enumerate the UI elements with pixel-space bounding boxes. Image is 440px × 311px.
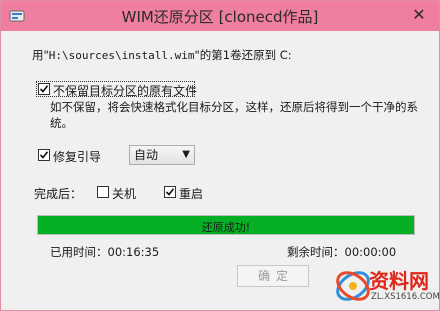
wim-restore-window: WIM还原分区 [clonecd作品] ✕ 用"H:\sources\insta… xyxy=(0,0,440,311)
watermark-swirl-icon xyxy=(336,271,370,301)
after-completion-label: 完成后： xyxy=(34,187,83,201)
elapsed-time: 已用时间：00:16:35 xyxy=(50,244,159,260)
progress-status-text: 还原成功! xyxy=(201,221,251,234)
keep-files-description: 如不保留，将会快速格式化目标分区，这样，还原后将得到一个干净的系统。 xyxy=(50,100,418,130)
remaining-time-label: 剩余时间： xyxy=(287,245,345,259)
watermark-text: 资料网 xyxy=(369,269,429,293)
reboot-label[interactable]: 重启 xyxy=(179,185,203,202)
boot-mode-value: 自动 xyxy=(134,148,159,162)
remaining-time-value: 00:00:00 xyxy=(344,245,397,259)
keep-files-label[interactable]: 不保留目标分区的原有文件 xyxy=(53,82,197,99)
progress-bar: 还原成功! xyxy=(37,215,415,235)
watermark-url: ZL.XS1616.COM xyxy=(371,292,440,302)
repair-boot-checkbox[interactable] xyxy=(38,149,50,161)
ok-button[interactable]: 确定 xyxy=(237,265,309,287)
window-title: WIM还原分区 [clonecd作品] xyxy=(121,8,319,26)
source-path: H:\sources\install.wim xyxy=(48,49,195,62)
shutdown-label[interactable]: 关机 xyxy=(112,185,136,202)
remaining-time: 剩余时间：00:00:00 xyxy=(287,244,396,260)
shutdown-checkbox[interactable] xyxy=(97,186,109,198)
source-description: 用"H:\sources\install.wim"的第1卷还原到 C: xyxy=(32,47,292,63)
repair-boot-label[interactable]: 修复引导 xyxy=(53,148,101,165)
elapsed-time-label: 已用时间： xyxy=(50,245,108,259)
title-bar[interactable]: WIM还原分区 [clonecd作品] ✕ xyxy=(1,1,439,31)
close-button[interactable]: ✕ xyxy=(409,5,429,25)
chevron-down-icon: ▼ xyxy=(182,149,190,160)
keep-files-checkbox[interactable] xyxy=(38,83,50,95)
check-icon xyxy=(39,85,49,93)
source-prefix: 用" xyxy=(32,48,49,62)
boot-mode-select[interactable]: 自动 ▼ xyxy=(129,145,195,165)
reboot-checkbox[interactable] xyxy=(164,186,176,198)
watermark-logo: 资料网 ZL.XS1616.COM xyxy=(333,263,440,309)
check-icon xyxy=(39,151,49,159)
check-icon xyxy=(165,188,175,196)
source-suffix: "的第1卷还原到 C: xyxy=(194,48,292,62)
elapsed-time-value: 00:16:35 xyxy=(107,245,160,259)
